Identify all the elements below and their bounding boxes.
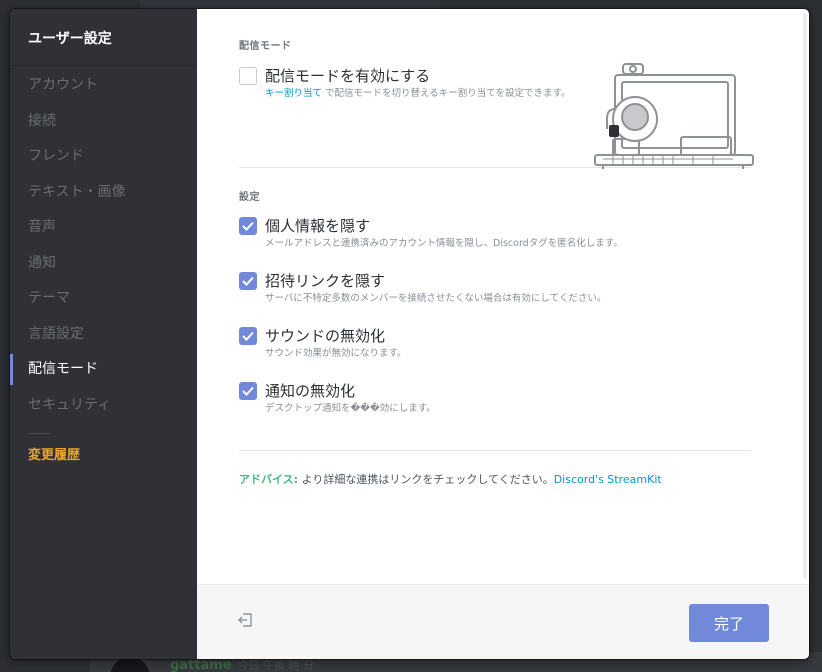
hide-invite-links-row: 招待リンクを隠すサーバに不特定多数のメンバーを接続させたくない場合は有効にしてく…	[239, 271, 753, 326]
disable-sounds-checkbox[interactable]	[239, 327, 257, 345]
streamer-section-title: 配信モード	[239, 41, 292, 52]
keybind-desc-text: で配信モードを切り替えるキー割り当てを設定できます。	[322, 88, 571, 99]
disable-notifications-label: 通知の無効化	[265, 382, 356, 400]
disable-sounds-row: サウンドの無効化サウンド効果が無効になります。	[239, 326, 753, 381]
sidebar-item-account[interactable]: アカウント	[10, 68, 197, 104]
advice-body: より詳細な連携はリンクをチェックしてください。	[298, 473, 554, 486]
settings-section: 設定 個人情報を隠すメールアドレスと連携済みのアカウント情報を隠し、Discor…	[239, 188, 753, 436]
streamkit-link[interactable]: Discord's StreamKit	[554, 473, 662, 486]
disable-notifications-checkbox[interactable]	[239, 382, 257, 400]
streamer-illustration	[594, 63, 754, 169]
checkmark-icon	[242, 276, 254, 286]
sidebar-item-notifications[interactable]: 通知	[10, 246, 197, 282]
sidebar-item-theme[interactable]: テーマ	[10, 281, 197, 317]
settings-options-list: 個人情報を隠すメールアドレスと連携済みのアカウント情報を隠し、Discordタグ…	[239, 216, 753, 436]
advice-tag: アドバイス:	[239, 473, 299, 486]
backdrop-username: gattame	[170, 658, 232, 672]
sidebar-item-voice[interactable]: 音声	[10, 210, 197, 246]
hide-personal-info-checkbox[interactable]	[239, 217, 257, 235]
sidebar-item-changelog[interactable]: 変更履歴	[10, 442, 197, 470]
done-button[interactable]: 完了	[689, 604, 769, 642]
sidebar-title: ユーザー設定	[10, 9, 197, 66]
settings-sidebar: ユーザー設定 アカウント 接続 フレンド テキスト・画像 音声 通知 テーマ 言語設定 配信モー…	[10, 9, 197, 659]
backdrop-message-header: gattame 今日 午後 時 分	[170, 657, 314, 672]
hide-personal-info-label: 個人情報を隠す	[265, 217, 371, 235]
hide-personal-info-row: 個人情報を隠すメールアドレスと連携済みのアカウント情報を隠し、Discordタグ…	[239, 216, 753, 271]
disable-sounds-description: サウンド効果が無効になります。	[265, 348, 407, 359]
sidebar-nav: アカウント 接続 フレンド テキスト・画像 音声 通知 テーマ 言語設定 配信モード セキュリティ	[10, 66, 197, 423]
sidebar-item-text-images[interactable]: テキスト・画像	[10, 175, 197, 211]
streamer-mode-section: 配信モード 配信モードを有効にする キー割り当て で配信モードを切り替えるキー割…	[239, 37, 754, 169]
disable-sounds-label: サウンドの無効化	[265, 327, 386, 345]
disable-notifications-row: 通知の無効化デスクトップ通知を���効にします。	[239, 381, 753, 436]
logout-icon[interactable]	[237, 612, 253, 628]
keybind-link[interactable]: キー割り当て	[265, 88, 322, 99]
disable-notifications-description: デスクトップ通知を���効にします。	[265, 403, 436, 414]
checkmark-icon	[242, 386, 254, 396]
settings-footer: 完了	[197, 584, 809, 659]
hide-invite-links-description: サーバに不特定多数のメンバーを接続させたくない場合は有効にしてください。	[265, 293, 607, 304]
enable-streamer-checkbox[interactable]	[239, 67, 257, 85]
settings-section-title: 設定	[239, 192, 260, 203]
keybind-description: キー割り当て で配信モードを切り替えるキー割り当てを設定できます。	[265, 87, 585, 100]
hide-invite-links-checkbox[interactable]	[239, 272, 257, 290]
checkmark-icon	[242, 221, 254, 231]
sidebar-item-friends[interactable]: フレンド	[10, 139, 197, 175]
sidebar-separator	[28, 433, 50, 434]
advice-divider	[239, 450, 751, 451]
sidebar-item-connections[interactable]: 接続	[10, 104, 197, 140]
advice-text: アドバイス: より詳細な連携はリンクをチェックしてください。Discord's …	[239, 471, 753, 487]
hide-invite-links-label: 招待リンクを隠す	[265, 272, 386, 290]
content-scrollbar[interactable]	[803, 13, 807, 579]
user-settings-modal: ユーザー設定 アカウント 接続 フレンド テキスト・画像 音声 通知 テーマ 言語設定 配信モー…	[10, 9, 809, 659]
sidebar-item-security[interactable]: セキュリティ	[10, 388, 197, 424]
settings-content: 配信モード 配信モードを有効にする キー割り当て で配信モードを切り替えるキー割…	[197, 9, 809, 659]
enable-streamer-label: 配信モードを有効にする	[265, 67, 431, 85]
checkmark-icon	[242, 331, 254, 341]
sidebar-item-streamer-mode[interactable]: 配信モード	[10, 352, 197, 388]
backdrop-timestamp: 今日 午後 時 分	[237, 659, 315, 672]
hide-personal-info-description: メールアドレスと連携済みのアカウント情報を隠し、Discordタグを匿名化します…	[265, 238, 623, 249]
sidebar-item-language[interactable]: 言語設定	[10, 317, 197, 353]
